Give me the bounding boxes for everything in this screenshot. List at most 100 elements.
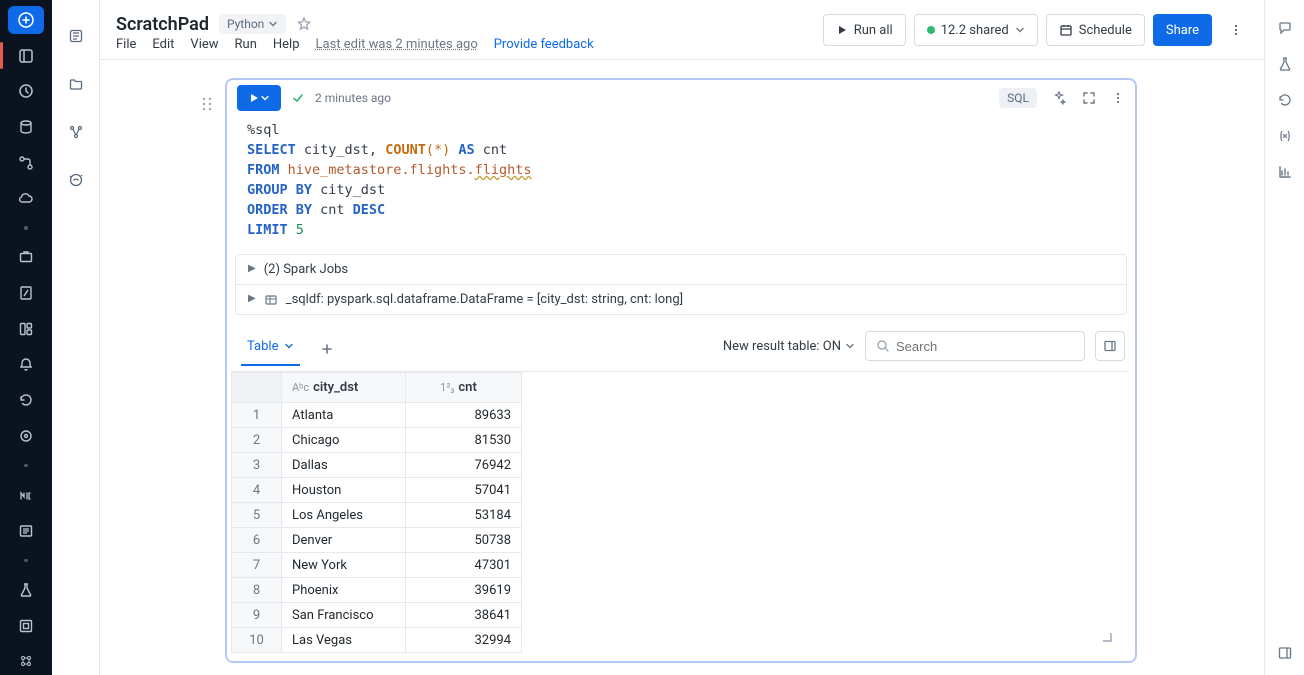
- feedback-link[interactable]: Provide feedback: [494, 37, 594, 52]
- more-menu-button[interactable]: [1220, 14, 1252, 46]
- row-number: 1: [232, 403, 282, 428]
- menu-run[interactable]: Run: [235, 37, 257, 52]
- chart-icon[interactable]: [1277, 164, 1293, 180]
- right-rail: [1264, 0, 1304, 675]
- result-layout-button[interactable]: [1095, 331, 1125, 361]
- language-label: Python: [227, 17, 264, 31]
- table-row[interactable]: 2Chicago81530: [232, 428, 522, 453]
- compute-icon[interactable]: [8, 422, 44, 450]
- workflow-icon[interactable]: [8, 149, 44, 177]
- notebook-header: ScratchPad Python File Edit View Run Hel…: [100, 0, 1264, 60]
- experiments-icon[interactable]: [8, 576, 44, 604]
- nav-separator-2: [24, 464, 28, 467]
- share-button[interactable]: Share: [1153, 14, 1212, 46]
- alerts-icon[interactable]: [8, 351, 44, 379]
- table-row[interactable]: 8Phoenix39619: [232, 578, 522, 603]
- cluster-status-dot: [927, 26, 935, 34]
- favorite-star-icon[interactable]: [296, 16, 312, 32]
- models-icon[interactable]: [8, 612, 44, 640]
- menu-edit[interactable]: Edit: [152, 37, 174, 52]
- cell-cnt: 53184: [406, 503, 522, 528]
- chevron-down-icon: [261, 94, 269, 102]
- table-row[interactable]: 4Houston57041: [232, 478, 522, 503]
- schema-text: _sqldf: pyspark.sql.dataframe.DataFrame …: [286, 292, 683, 307]
- cell-run-button[interactable]: [237, 85, 281, 111]
- add-result-tab[interactable]: [314, 336, 340, 362]
- left-nav-rail: [0, 0, 52, 675]
- cell-city: Dallas: [282, 453, 406, 478]
- row-number: 5: [232, 503, 282, 528]
- cell-cnt: 39619: [406, 578, 522, 603]
- schema-toggle[interactable]: ▶ _sqldf: pyspark.sql.dataframe.DataFram…: [236, 284, 1126, 314]
- table-resize-handle[interactable]: [1101, 631, 1113, 643]
- cell-city: Denver: [282, 528, 406, 553]
- cell-city: New York: [282, 553, 406, 578]
- result-search-input[interactable]: [896, 339, 1074, 354]
- code-editor[interactable]: %sql SELECT city_dst, COUNT(*) AS cnt FR…: [227, 116, 1135, 254]
- cell-city: Las Vegas: [282, 628, 406, 653]
- tab-label: Table: [247, 339, 278, 354]
- runs-icon[interactable]: [8, 279, 44, 307]
- row-number: 4: [232, 478, 282, 503]
- row-number-header[interactable]: [232, 373, 282, 403]
- expand-cell-icon[interactable]: [1081, 90, 1097, 106]
- column-header-cnt[interactable]: 1²₃cnt: [406, 373, 522, 403]
- comments-icon[interactable]: [1277, 20, 1293, 36]
- cell-cnt: 32994: [406, 628, 522, 653]
- assistant-icon[interactable]: [60, 164, 92, 196]
- table-row[interactable]: 3Dallas76942: [232, 453, 522, 478]
- new-result-table-toggle[interactable]: New result table: ON: [723, 339, 855, 354]
- run-all-label: Run all: [854, 23, 893, 38]
- cell-timestamp: 2 minutes ago: [315, 91, 391, 105]
- feature-store-icon[interactable]: [8, 647, 44, 675]
- collapse-panel-icon[interactable]: [1277, 645, 1293, 661]
- table-row[interactable]: 10Las Vegas32994: [232, 628, 522, 653]
- notebook-cell: 2 minutes ago SQL %sql SE: [225, 78, 1137, 663]
- folder-icon[interactable]: [60, 68, 92, 100]
- new-button[interactable]: [8, 6, 44, 34]
- table-row[interactable]: 9San Francisco38641: [232, 603, 522, 628]
- variables-icon[interactable]: [1277, 128, 1293, 144]
- cell-cnt: 76942: [406, 453, 522, 478]
- cell-cnt: 57041: [406, 478, 522, 503]
- history-icon[interactable]: [8, 386, 44, 414]
- expand-triangle-icon: ▶: [248, 293, 256, 304]
- recents-icon[interactable]: [8, 77, 44, 105]
- table-row[interactable]: 7New York47301: [232, 553, 522, 578]
- language-selector[interactable]: Python: [219, 14, 286, 34]
- last-edit-link[interactable]: Last edit was 2 minutes ago: [316, 37, 478, 52]
- run-all-button[interactable]: Run all: [823, 14, 906, 46]
- cluster-selector[interactable]: 12.2 shared: [914, 14, 1038, 46]
- workspace-icon[interactable]: [8, 42, 44, 70]
- table-row[interactable]: 6Denver50738: [232, 528, 522, 553]
- jobs-icon[interactable]: [8, 244, 44, 272]
- number-type-icon: 1²₃: [440, 381, 454, 394]
- cell-language-pill[interactable]: SQL: [999, 88, 1037, 108]
- dashboards-icon[interactable]: [8, 315, 44, 343]
- column-header-city[interactable]: Aᵇccity_dst: [282, 373, 406, 403]
- row-number: 2: [232, 428, 282, 453]
- menu-file[interactable]: File: [116, 37, 136, 52]
- menu-help[interactable]: Help: [273, 37, 300, 52]
- cloud-icon[interactable]: [8, 184, 44, 212]
- table-row[interactable]: 1Atlanta89633: [232, 403, 522, 428]
- result-search[interactable]: [865, 331, 1085, 361]
- cell-menu-icon[interactable]: [1111, 91, 1125, 105]
- sql-icon[interactable]: [8, 481, 44, 509]
- schedule-button[interactable]: Schedule: [1046, 14, 1145, 46]
- cell-drag-handle[interactable]: [201, 96, 213, 112]
- spark-jobs-toggle[interactable]: ▶ (2) Spark Jobs: [236, 255, 1126, 284]
- revision-history-icon[interactable]: [1277, 92, 1293, 108]
- row-number: 7: [232, 553, 282, 578]
- queries-icon[interactable]: [8, 517, 44, 545]
- cell-cnt: 81530: [406, 428, 522, 453]
- lineage-icon[interactable]: [60, 116, 92, 148]
- ai-assist-icon[interactable]: [1051, 90, 1067, 106]
- table-row[interactable]: 5Los Angeles53184: [232, 503, 522, 528]
- result-tab-table[interactable]: Table: [241, 333, 300, 366]
- notebook-title[interactable]: ScratchPad: [116, 14, 209, 35]
- data-icon[interactable]: [8, 113, 44, 141]
- toc-icon[interactable]: [60, 20, 92, 52]
- menu-view[interactable]: View: [190, 37, 218, 52]
- mlflow-icon[interactable]: [1277, 56, 1293, 72]
